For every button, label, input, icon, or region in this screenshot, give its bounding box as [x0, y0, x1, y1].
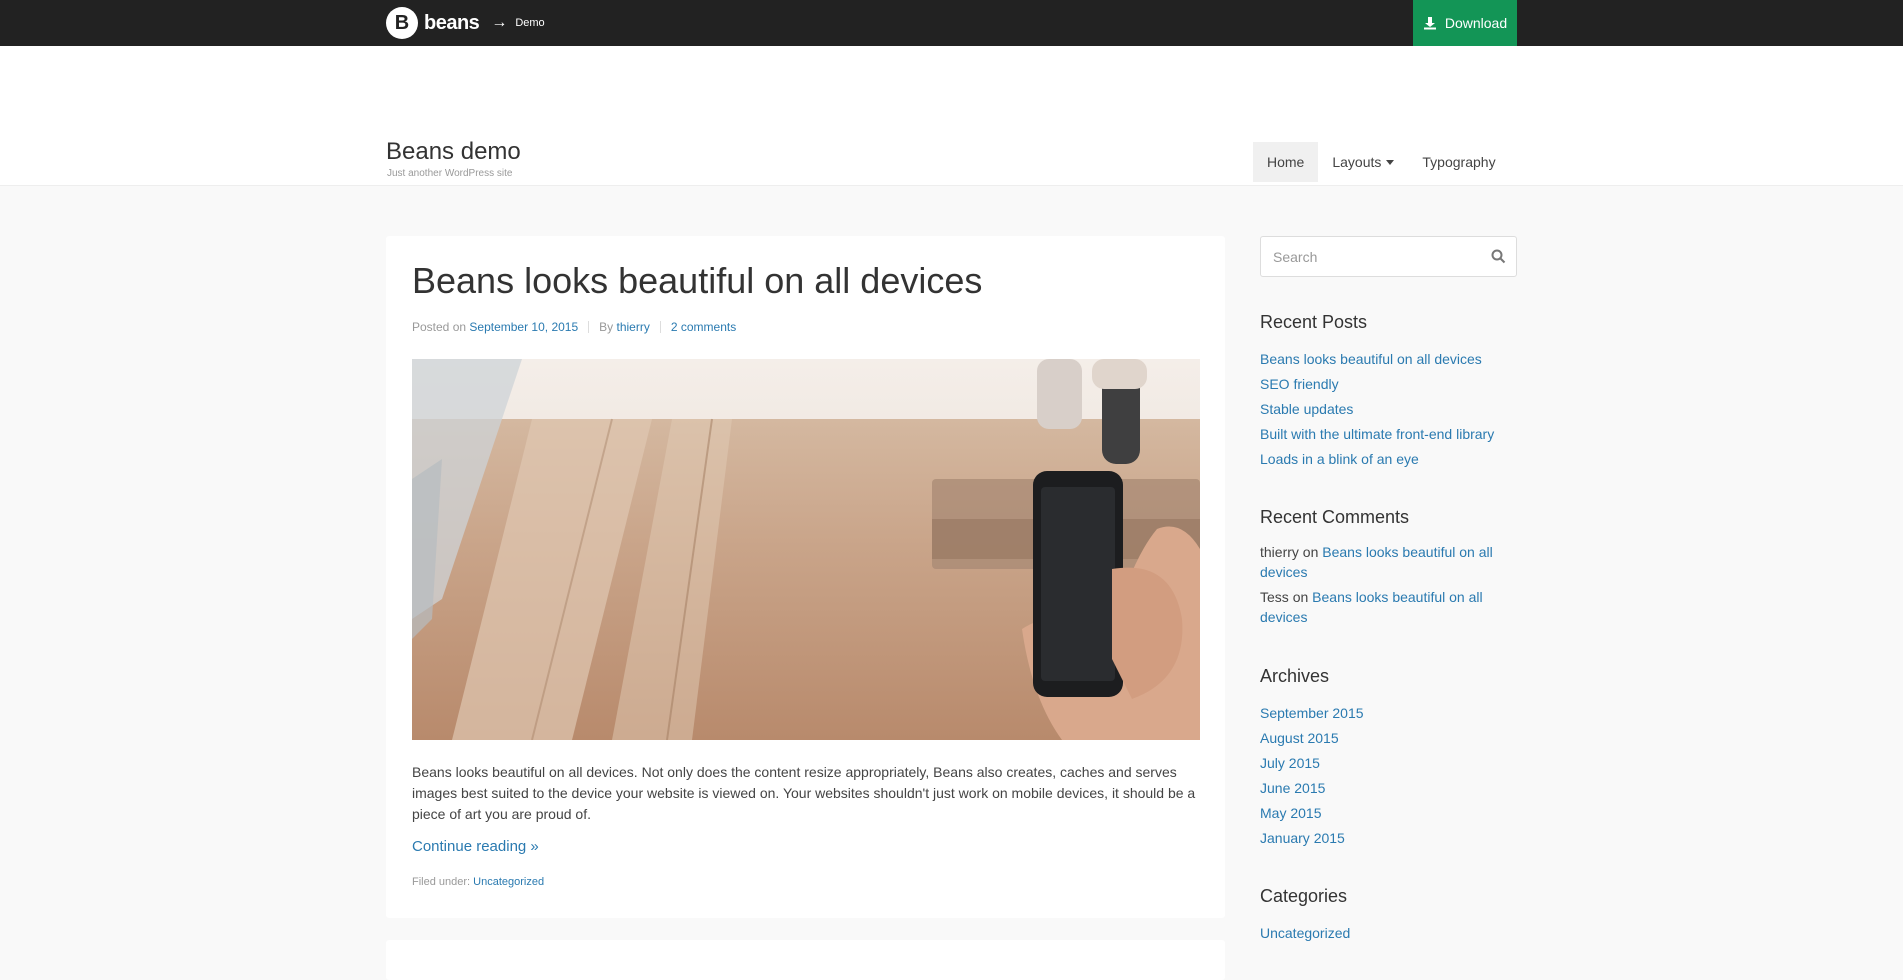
- archive-link[interactable]: September 2015: [1260, 705, 1364, 721]
- list-item: July 2015: [1260, 751, 1364, 776]
- download-icon: [1423, 17, 1436, 30]
- list-item: Stable updates: [1260, 397, 1494, 422]
- comment-on-label: on: [1302, 544, 1319, 560]
- recent-posts-title: Recent Posts: [1260, 312, 1368, 332]
- list-item: January 2015: [1260, 826, 1364, 851]
- list-item: June 2015: [1260, 776, 1364, 801]
- main-nav: Home Layouts Typography: [1253, 142, 1510, 182]
- list-item: September 2015: [1260, 701, 1364, 726]
- search-input[interactable]: [1261, 237, 1481, 276]
- recent-posts-list: Beans looks beautiful on all devices SEO…: [1260, 347, 1494, 472]
- list-item: Loads in a blink of an eye: [1260, 447, 1494, 472]
- post-categories: Filed under: Uncategorized: [412, 876, 544, 888]
- search-form: [1260, 236, 1517, 277]
- site-title[interactable]: Beans demo: [386, 140, 521, 164]
- post-article: Beans looks beautiful on all devices Pos…: [386, 236, 1225, 918]
- caret-down-icon: [1386, 159, 1395, 165]
- archives-widget: Archives September 2015 August 2015 July…: [1260, 666, 1364, 851]
- nav-typography[interactable]: Typography: [1408, 142, 1509, 182]
- recent-comments-list: thierry on Beans looks beautiful on all …: [1260, 542, 1517, 627]
- continue-reading-link[interactable]: Continue reading »: [412, 838, 539, 855]
- recent-posts-widget: Recent Posts Beans looks beautiful on al…: [1260, 312, 1494, 472]
- nav-home[interactable]: Home: [1253, 142, 1319, 182]
- post-category-link[interactable]: Uncategorized: [473, 876, 544, 888]
- brand-name: beans: [424, 11, 480, 34]
- list-item: May 2015: [1260, 801, 1364, 826]
- archive-link[interactable]: January 2015: [1260, 830, 1345, 846]
- post-title[interactable]: Beans looks beautiful on all devices: [412, 260, 982, 302]
- phone-on-desk-image: [412, 359, 1200, 740]
- recent-post-link[interactable]: SEO friendly: [1260, 376, 1339, 392]
- categories-list: Uncategorized: [1260, 921, 1350, 946]
- meta-divider: [659, 321, 661, 333]
- archives-title: Archives: [1260, 666, 1330, 686]
- post-comments-link[interactable]: 2 comments: [671, 320, 736, 334]
- meta-divider: [588, 321, 590, 333]
- list-item: Tess on Beans looks beautiful on all dev…: [1260, 587, 1517, 627]
- post-excerpt: Beans looks beautiful on all devices. No…: [412, 764, 1196, 822]
- beans-logo-icon: B: [386, 7, 418, 39]
- posted-on-label: Posted on: [412, 320, 467, 334]
- list-item: thierry on Beans looks beautiful on all …: [1260, 542, 1517, 582]
- download-button[interactable]: Download: [1413, 0, 1517, 46]
- download-label: Download: [1444, 15, 1508, 31]
- list-item: Built with the ultimate front-end librar…: [1260, 422, 1494, 447]
- recent-post-link[interactable]: Loads in a blink of an eye: [1260, 451, 1419, 467]
- search-icon[interactable]: [1491, 249, 1506, 264]
- archive-link[interactable]: May 2015: [1260, 805, 1321, 821]
- archive-link[interactable]: July 2015: [1260, 755, 1320, 771]
- archive-link[interactable]: June 2015: [1260, 780, 1325, 796]
- list-item: August 2015: [1260, 726, 1364, 751]
- filed-under-label: Filed under:: [412, 876, 471, 888]
- post-meta: Posted on September 10, 2015 By thierry …: [412, 320, 736, 334]
- post-featured-image[interactable]: [412, 359, 1200, 740]
- arrow-right-icon: →: [491, 14, 508, 31]
- beans-logo[interactable]: B beans → Demo: [386, 7, 545, 39]
- recent-comments-title: Recent Comments: [1260, 507, 1410, 527]
- post-date-link[interactable]: September 10, 2015: [469, 320, 578, 334]
- list-item: Uncategorized: [1260, 921, 1350, 946]
- sidebar: Recent Posts Beans looks beautiful on al…: [1260, 236, 1517, 941]
- nav-layouts[interactable]: Layouts: [1318, 142, 1408, 182]
- by-label: By: [599, 320, 614, 334]
- nav-layouts-label: Layouts: [1332, 154, 1382, 170]
- category-link[interactable]: Uncategorized: [1260, 925, 1350, 941]
- recent-post-link[interactable]: Stable updates: [1260, 401, 1353, 417]
- top-bar: B beans → Demo Download: [0, 0, 1903, 46]
- archives-list: September 2015 August 2015 July 2015 Jun…: [1260, 701, 1364, 851]
- comment-author: thierry: [1260, 544, 1299, 560]
- categories-title: Categories: [1260, 886, 1348, 906]
- comment-author: Tess: [1260, 589, 1289, 605]
- site-tagline: Just another WordPress site: [387, 168, 513, 179]
- recent-comments-widget: Recent Comments thierry on Beans looks b…: [1260, 507, 1517, 632]
- next-post-article: [386, 940, 1225, 980]
- archive-link[interactable]: August 2015: [1260, 730, 1339, 746]
- post-author-link[interactable]: thierry: [617, 320, 650, 334]
- comment-on-label: on: [1292, 589, 1309, 605]
- list-item: Beans looks beautiful on all devices: [1260, 347, 1494, 372]
- categories-widget: Categories Uncategorized: [1260, 886, 1350, 946]
- list-item: SEO friendly: [1260, 372, 1494, 397]
- recent-post-link[interactable]: Beans looks beautiful on all devices: [1260, 351, 1482, 367]
- recent-post-link[interactable]: Built with the ultimate front-end librar…: [1260, 426, 1494, 442]
- site-header: Beans demo Just another WordPress site H…: [0, 46, 1903, 186]
- demo-crumb: Demo: [515, 17, 545, 29]
